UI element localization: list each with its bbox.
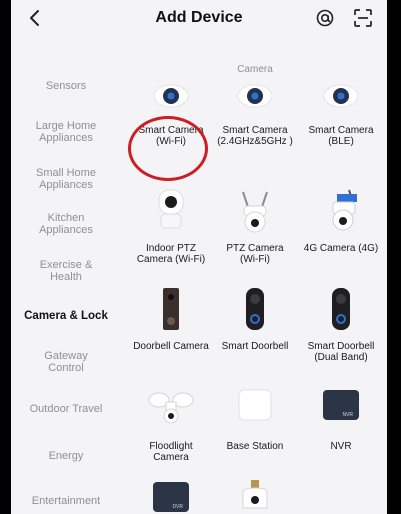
svg-text:NVR: NVR xyxy=(342,412,353,418)
device-ptz-camera[interactable]: PTZ Camera (Wi-Fi) xyxy=(217,188,293,265)
device-doorbell-camera[interactable]: Doorbell Camera xyxy=(133,286,209,352)
at-sign-icon[interactable] xyxy=(316,9,334,27)
device-floodlight-camera[interactable]: Floodlight Camera xyxy=(133,386,209,463)
sidebar-item-outdoor-travel[interactable]: Outdoor Travel xyxy=(11,403,121,415)
floodlight-camera-icon xyxy=(148,392,194,424)
device-smart-doorbell-dual-band[interactable]: Smart Doorbell (Dual Band) xyxy=(303,286,379,363)
base-station-icon xyxy=(238,389,272,421)
sidebar-item-gateway-control[interactable]: Gateway Control xyxy=(11,350,121,374)
svg-text:DVR: DVR xyxy=(172,504,183,510)
smart-doorbell-dual-band-icon xyxy=(332,288,350,330)
device-base-station[interactable]: Base Station xyxy=(217,386,293,452)
sidebar-item-sensors[interactable]: Sensors xyxy=(11,80,121,92)
smart-camera-icon xyxy=(323,84,359,108)
device-grid: Camera Smart Camera (Wi-Fi) Smart Camera… xyxy=(123,40,387,514)
device-smart-camera-wifi[interactable]: Smart Camera (Wi-Fi) xyxy=(133,82,209,147)
sidebar-item-energy[interactable]: Energy xyxy=(11,450,121,462)
sidebar-item-exercise-health[interactable]: Exercise & Health xyxy=(11,259,121,283)
device-nvr[interactable]: NVR NVR xyxy=(303,386,379,452)
sidebar-item-camera-lock[interactable]: Camera & Lock xyxy=(11,310,121,322)
sidebar-item-entertainment[interactable]: Entertainment xyxy=(11,495,121,507)
category-sidebar: Sensors Large Home Appliances Small Home… xyxy=(11,40,123,514)
device-smart-camera-ble[interactable]: Smart Camera (BLE) xyxy=(303,82,379,147)
device-4g-camera[interactable]: 4G Camera (4G) xyxy=(303,188,379,254)
device-smart-doorbell[interactable]: Smart Doorbell xyxy=(217,286,293,352)
nvr-icon: NVR xyxy=(323,390,359,420)
indoor-ptz-camera-icon xyxy=(158,189,184,229)
device-bulb-camera[interactable] xyxy=(217,478,293,514)
doorbell-camera-icon xyxy=(163,288,179,330)
bulb-camera-icon xyxy=(242,480,268,509)
sidebar-item-small-home-appliances[interactable]: Small Home Appliances xyxy=(11,167,121,191)
sidebar-item-kitchen-appliances[interactable]: Kitchen Appliances xyxy=(11,212,121,236)
section-title: Camera xyxy=(237,64,273,75)
smart-camera-icon xyxy=(153,84,189,108)
ptz-camera-icon xyxy=(242,191,268,233)
device-indoor-ptz-camera[interactable]: Indoor PTZ Camera (Wi-Fi) xyxy=(133,188,209,265)
header: Add Device xyxy=(11,0,387,40)
sidebar-item-large-home-appliances[interactable]: Large Home Appliances xyxy=(11,120,121,144)
dvr-icon: DVR xyxy=(153,482,189,512)
app-screen: Add Device Sensors Large Home Appliances… xyxy=(11,0,387,514)
smart-doorbell-icon xyxy=(246,288,264,330)
device-dvr[interactable]: DVR xyxy=(133,478,209,514)
4g-camera-icon xyxy=(332,189,357,231)
device-smart-camera-dual-band[interactable]: Smart Camera (2.4GHz&5GHz ) xyxy=(217,82,293,147)
scan-icon[interactable] xyxy=(353,8,373,28)
smart-camera-icon xyxy=(237,84,273,108)
